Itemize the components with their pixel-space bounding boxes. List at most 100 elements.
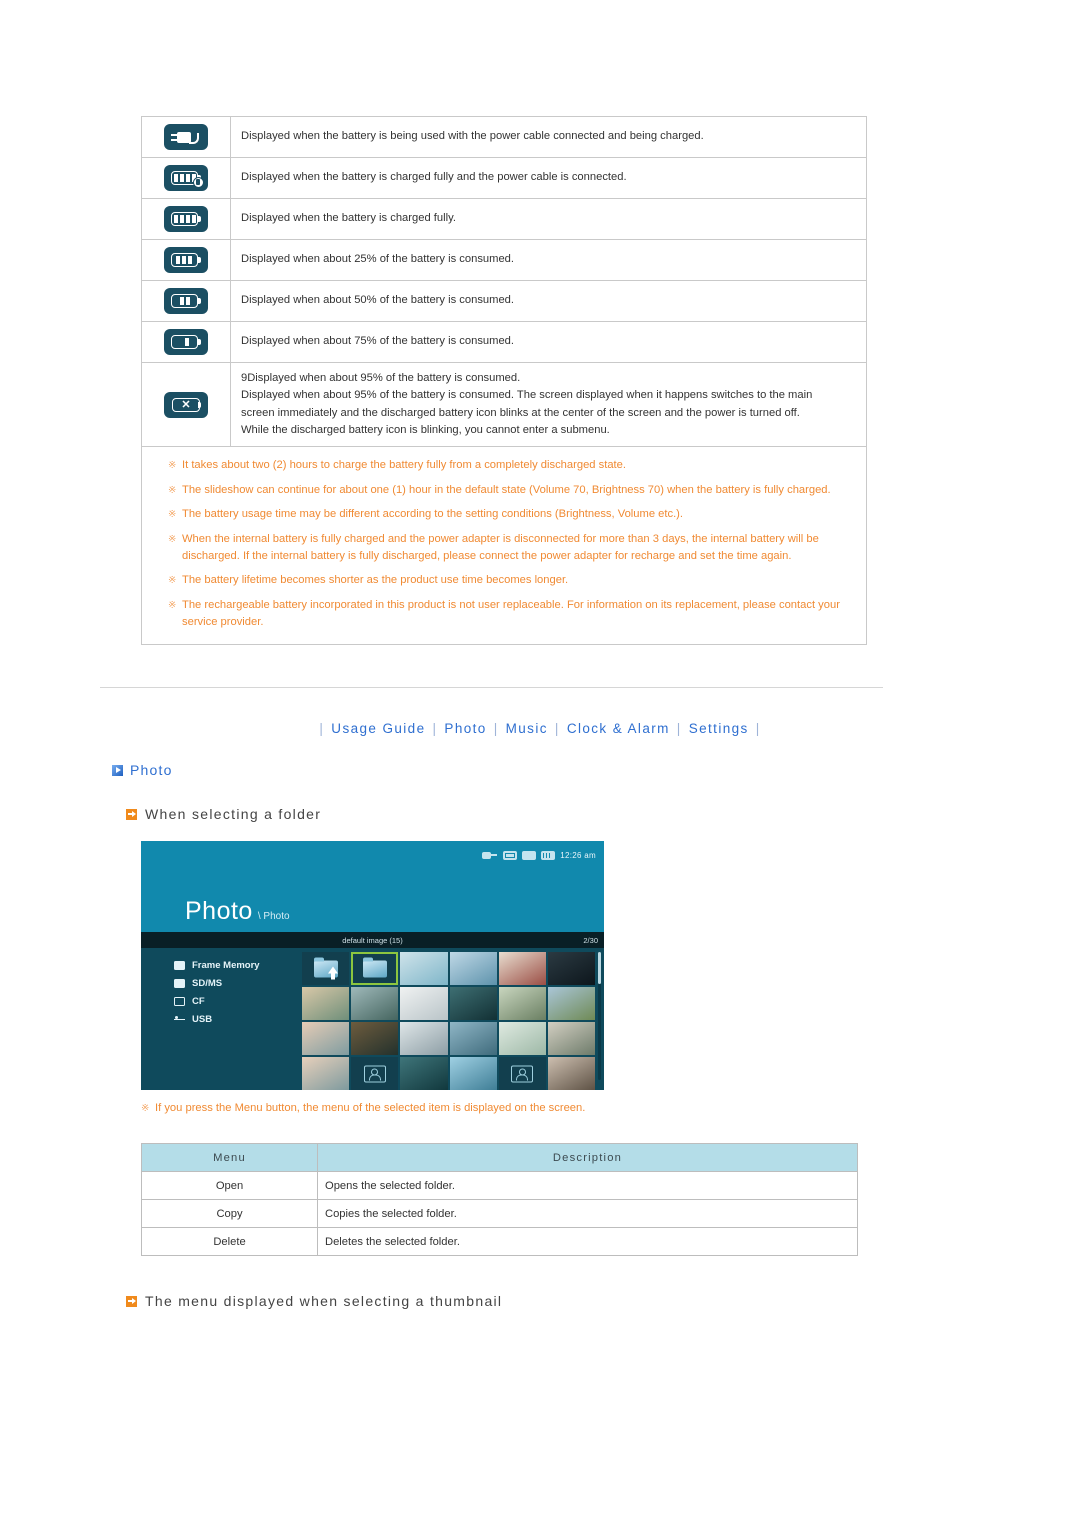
subsection-label: When selecting a folder bbox=[145, 806, 322, 822]
nav-link-settings[interactable]: Settings bbox=[685, 721, 753, 736]
device-thumbnail[interactable] bbox=[449, 952, 497, 985]
device-thumbnail[interactable] bbox=[351, 952, 399, 985]
battery-description-cell: Displayed when the battery is charged fu… bbox=[230, 157, 867, 199]
nav-link-music[interactable]: Music bbox=[502, 721, 552, 736]
folder-up-icon bbox=[313, 957, 338, 979]
note-mark-icon: ※ bbox=[168, 575, 177, 587]
device-note-text: If you press the Menu button, the menu o… bbox=[155, 1102, 586, 1114]
battery-description-line: Displayed when about 95% of the battery … bbox=[241, 389, 813, 402]
menu-table-header-row: Menu Description bbox=[141, 1143, 858, 1172]
nav-separator: | bbox=[755, 721, 761, 736]
battery-75-icon bbox=[164, 247, 208, 273]
device-thumbnail[interactable] bbox=[498, 1057, 546, 1090]
device-thumbnail[interactable] bbox=[302, 1022, 350, 1055]
up-arrow-icon bbox=[327, 966, 338, 979]
device-thumbnail[interactable] bbox=[547, 1022, 595, 1055]
note-mark-icon: ※ bbox=[168, 599, 177, 611]
top-navigation[interactable]: | Usage Guide | Photo | Music | Clock & Alarm | S… bbox=[0, 721, 1080, 736]
device-thumbnail[interactable] bbox=[351, 1057, 399, 1090]
nav-separator: | bbox=[493, 721, 499, 736]
device-thumbnail[interactable] bbox=[449, 1057, 497, 1090]
battery-icon-cell bbox=[141, 116, 231, 158]
menu-description-cell: Copies the selected folder. bbox=[317, 1199, 858, 1228]
device-thumbnail[interactable] bbox=[449, 987, 497, 1020]
device-sidebar-item-sd-ms[interactable]: SD/MS bbox=[174, 978, 302, 989]
battery-description-line: Displayed when the battery is being used… bbox=[241, 130, 704, 143]
battery-50-icon bbox=[164, 288, 208, 314]
device-thumbnail-grid[interactable] bbox=[302, 952, 604, 1090]
power-plug-icon bbox=[482, 851, 498, 860]
device-thumbnail[interactable] bbox=[547, 987, 595, 1020]
device-thumbnail[interactable] bbox=[302, 987, 350, 1020]
battery-description-line: 9Displayed when about 95% of the battery… bbox=[241, 372, 521, 384]
device-sidebar-item-usb[interactable]: USB bbox=[174, 1014, 302, 1025]
nav-link-usage-guide[interactable]: Usage Guide bbox=[327, 721, 429, 736]
nav-separator: | bbox=[319, 721, 325, 736]
nav-link-clock-alarm[interactable]: Clock & Alarm bbox=[563, 721, 674, 736]
note-mark-icon: ※ bbox=[168, 460, 177, 472]
battery-icon bbox=[541, 851, 556, 860]
device-thumbnail[interactable] bbox=[351, 1022, 399, 1055]
battery-charging-plug-icon bbox=[164, 124, 208, 150]
person-placeholder-icon bbox=[363, 1065, 386, 1082]
device-thumbnail[interactable] bbox=[302, 952, 350, 985]
note-mark-icon: ※ bbox=[141, 1103, 150, 1114]
nav-link-photo[interactable]: Photo bbox=[440, 721, 490, 736]
person-placeholder-icon bbox=[511, 1065, 534, 1082]
battery-icon-cell bbox=[141, 239, 231, 281]
device-clock: 12:26 am bbox=[560, 851, 596, 860]
battery-status-row: Displayed when about 75% of the battery … bbox=[141, 321, 867, 363]
battery-description-line: screen immediately and the discharged ba… bbox=[241, 406, 800, 419]
battery-25-icon bbox=[164, 329, 208, 355]
battery-description-cell: Displayed when about 75% of the battery … bbox=[230, 321, 867, 363]
section-divider bbox=[100, 687, 883, 688]
battery-icon-cell bbox=[141, 280, 231, 322]
battery-status-row: ✕ 9Displayed when about 95% of the batter… bbox=[141, 361, 867, 448]
page-title: Photo bbox=[112, 762, 173, 778]
battery-status-row: Displayed when about 25% of the battery … bbox=[141, 239, 867, 281]
battery-note-item: ※ The battery lifetime becomes shorter as… bbox=[168, 572, 852, 589]
device-sidebar-item-frame-memory[interactable]: Frame Memory bbox=[174, 960, 302, 971]
orange-arrow-icon bbox=[126, 808, 137, 820]
battery-status-row: Displayed when the battery is charged fu… bbox=[141, 157, 867, 199]
menu-name-cell: Delete bbox=[141, 1227, 318, 1256]
device-thumbnail[interactable] bbox=[400, 1057, 448, 1090]
device-page-indicator: 2/30 bbox=[583, 936, 598, 945]
battery-note-item: ※ It takes about two (2) hours to charge … bbox=[168, 457, 852, 474]
device-thumbnail[interactable] bbox=[400, 952, 448, 985]
device-thumbnail[interactable] bbox=[302, 1057, 350, 1090]
battery-description-line: Displayed when about 50% of the battery … bbox=[241, 294, 515, 307]
battery-description-cell: Displayed when about 50% of the battery … bbox=[230, 280, 867, 322]
device-thumbnail[interactable] bbox=[400, 987, 448, 1020]
device-scrollbar[interactable] bbox=[598, 952, 601, 1080]
photo-frame-screenshot: 12:26 am Photo \ Photo default image (15… bbox=[141, 841, 604, 1090]
device-thumbnail[interactable] bbox=[547, 1057, 595, 1090]
nav-separator: | bbox=[432, 721, 438, 736]
menu-column-header: Menu bbox=[141, 1143, 318, 1172]
device-sidebar-item-cf[interactable]: CF bbox=[174, 996, 302, 1007]
device-thumbnail[interactable] bbox=[351, 987, 399, 1020]
menu-description-cell: Deletes the selected folder. bbox=[317, 1227, 858, 1256]
device-thumbnail[interactable] bbox=[498, 1022, 546, 1055]
subsection-when-selecting-a-folder: When selecting a folder bbox=[126, 806, 321, 822]
device-thumbnail[interactable] bbox=[449, 1022, 497, 1055]
device-sidebar[interactable]: Frame Memory SD/MS CF USB bbox=[141, 948, 302, 1090]
battery-status-row: Displayed when the battery is charged fu… bbox=[141, 198, 867, 240]
menu-description-cell: Opens the selected folder. bbox=[317, 1171, 858, 1200]
folder-menu-table: Menu Description Open Opens the selected … bbox=[141, 1143, 858, 1256]
sd-ms-icon bbox=[174, 979, 185, 988]
battery-note-item: ※ The rechargeable battery incorporated i… bbox=[168, 597, 852, 632]
device-title: Photo bbox=[185, 897, 253, 925]
device-title-block: Photo \ Photo bbox=[185, 897, 290, 926]
battery-icon-cell bbox=[141, 321, 231, 363]
blue-arrow-icon bbox=[112, 764, 123, 776]
device-breadcrumb: \ Photo bbox=[257, 911, 290, 922]
device-thumbnail[interactable] bbox=[547, 952, 595, 985]
battery-note-text: The slideshow can continue for about one… bbox=[182, 483, 831, 496]
battery-note-item: ※ When the internal battery is fully char… bbox=[168, 531, 852, 566]
battery-empty-x-icon: ✕ bbox=[164, 391, 208, 418]
battery-description-cell: 9Displayed when about 95% of the battery… bbox=[230, 361, 867, 448]
device-thumbnail[interactable] bbox=[400, 1022, 448, 1055]
device-thumbnail[interactable] bbox=[498, 952, 546, 985]
device-thumbnail[interactable] bbox=[498, 987, 546, 1020]
